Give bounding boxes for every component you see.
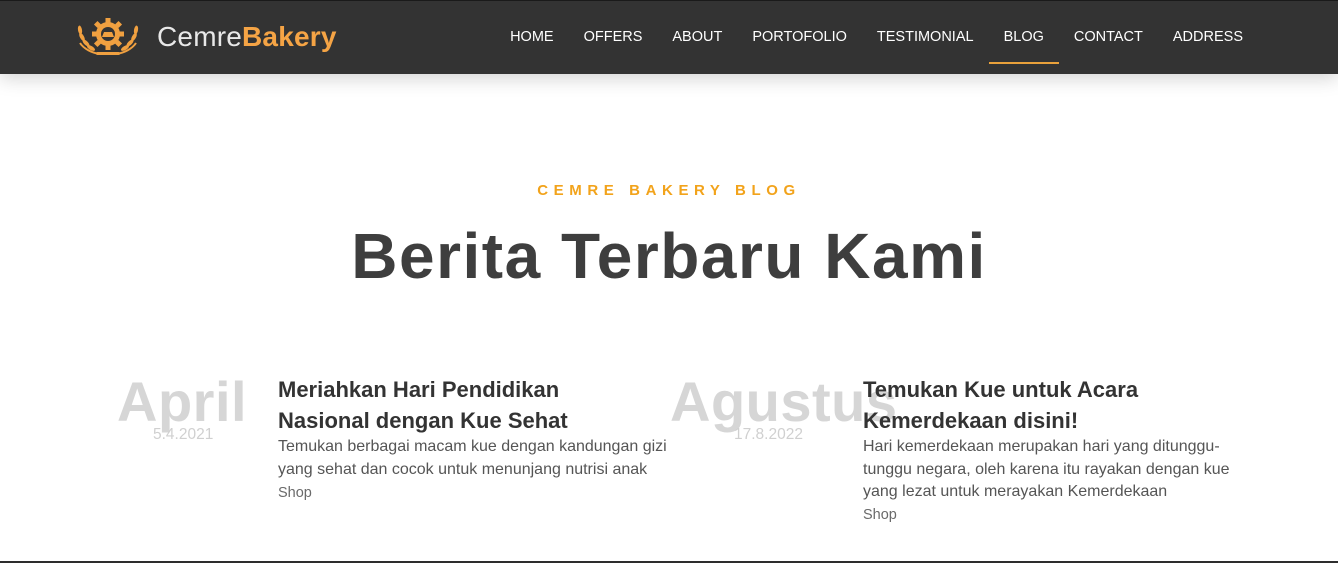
nav-item-about[interactable]: ABOUT [657,1,737,74]
main-menu: HOME OFFERS ABOUT PORTOFOLIO TESTIMONIAL… [495,1,1258,74]
nav-item-testimonial[interactable]: TESTIMONIAL [862,1,989,74]
brand[interactable]: CemreBakery [74,14,337,60]
post-date: 5.4.2021 [153,426,214,443]
nav-item-portofolio[interactable]: PORTOFOLIO [737,1,862,74]
nav-item-home[interactable]: HOME [495,1,569,74]
post-excerpt: Temukan berbagai macam kue dengan kandun… [278,438,667,478]
nav-item-contact[interactable]: CONTACT [1059,1,1158,74]
post-title[interactable]: Meriahkan Hari Pendidikan Nasional denga… [278,374,648,436]
brand-name-light: Cemre [157,21,243,52]
post-month: April [117,370,248,433]
nav-item-address[interactable]: ADDRESS [1158,1,1258,74]
navbar: CemreBakery HOME OFFERS ABOUT PORTOFOLIO… [0,1,1338,74]
post-shop-link[interactable]: Shop [863,506,897,524]
post-shop-link[interactable]: Shop [278,484,312,502]
post-excerpt: Hari kemerdekaan merupakan hari yang dit… [863,438,1230,500]
section-title: Berita Terbaru Kami [351,220,987,292]
section-eyebrow: CEMRE BAKERY BLOG [537,182,801,199]
bakery-logo-icon [77,18,139,55]
post-title[interactable]: Temukan Kue untuk Acara Kemerdekaan disi… [863,374,1183,436]
page: CemreBakery HOME OFFERS ABOUT PORTOFOLIO… [0,0,1338,563]
post-date: 17.8.2022 [734,426,803,443]
nav-item-offers[interactable]: OFFERS [569,1,658,74]
brand-name-bold: Bakery [242,21,337,52]
nav-item-blog[interactable]: BLOG [988,1,1060,74]
brand-name: CemreBakery [157,23,337,51]
